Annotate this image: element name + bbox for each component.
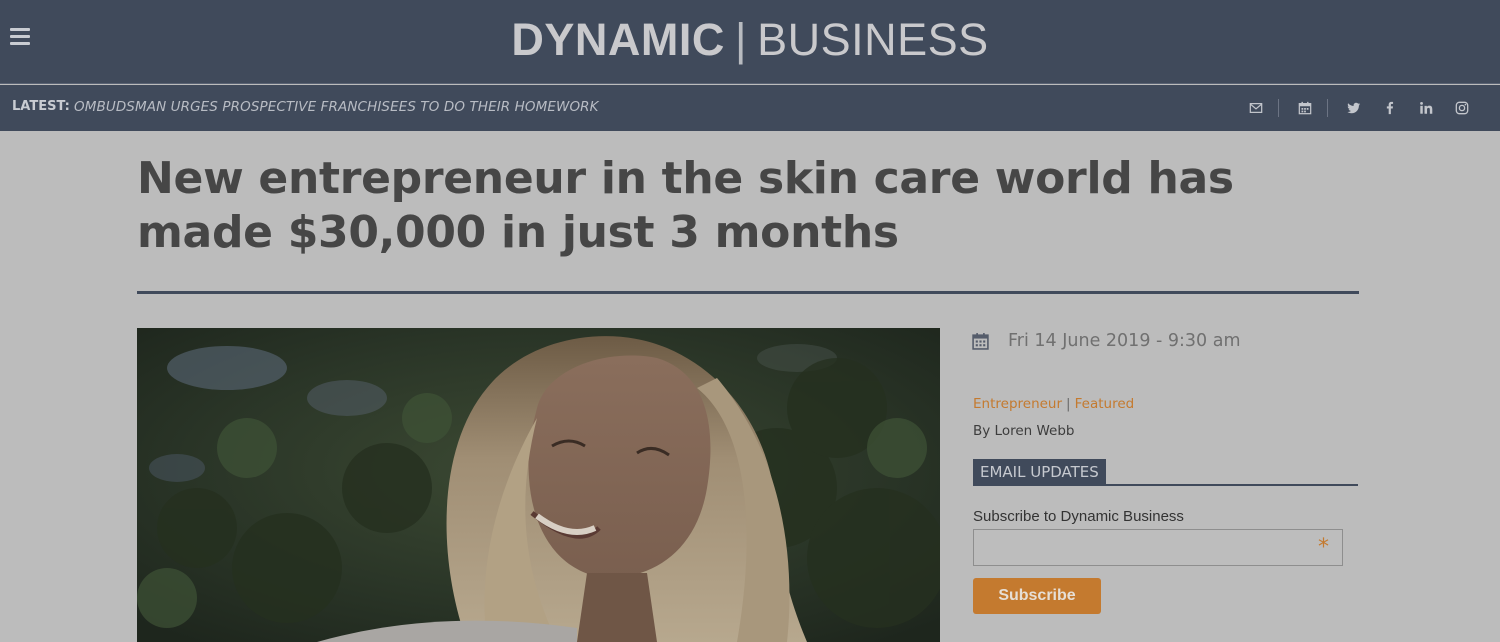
article-hero-photo (137, 328, 940, 642)
logo-secondary: BUSINESS (757, 14, 989, 65)
category-separator: | (1066, 396, 1071, 412)
latest-label: LATEST: (12, 99, 70, 114)
instagram-icon[interactable] (1452, 98, 1472, 118)
required-marker: * (1318, 535, 1329, 560)
icon-divider (1327, 99, 1328, 117)
social-icons (1230, 97, 1472, 119)
author-byline: By Loren Webb (973, 423, 1075, 439)
subscribe-email-input[interactable] (973, 529, 1343, 566)
email-updates-label: EMAIL UPDATES (973, 459, 1106, 484)
subscribe-label: Subscribe to Dynamic Business (973, 508, 1184, 525)
latest-headline-link[interactable]: OMBUDSMAN URGES PROSPECTIVE FRANCHISEES … (74, 99, 599, 115)
latest-news-bar: LATEST: OMBUDSMAN URGES PROSPECTIVE FRAN… (0, 85, 1500, 131)
linkedin-icon[interactable] (1416, 98, 1436, 118)
icon-divider (1278, 99, 1279, 117)
logo-separator: | (734, 14, 748, 65)
category-link-featured[interactable]: Featured (1075, 396, 1135, 412)
subscribe-button[interactable]: Subscribe (973, 578, 1101, 614)
site-logo[interactable]: DYNAMIC | BUSINESS (0, 14, 1500, 66)
facebook-icon[interactable] (1380, 98, 1400, 118)
category-link-entrepreneur[interactable]: Entrepreneur (973, 396, 1062, 412)
publish-date-text: Fri 14 June 2019 - 9:30 am (1008, 331, 1241, 351)
calendar-icon (972, 333, 989, 350)
title-divider (137, 291, 1359, 294)
site-header: DYNAMIC | BUSINESS (0, 0, 1500, 84)
twitter-icon[interactable] (1344, 98, 1364, 118)
logo-primary: DYNAMIC (511, 14, 725, 65)
mail-icon[interactable] (1246, 98, 1266, 118)
category-links: Entrepreneur | Featured (973, 396, 1134, 412)
article-title: New entrepreneur in the skin care world … (137, 153, 1234, 258)
calendar-icon[interactable] (1295, 98, 1315, 118)
publish-date: Fri 14 June 2019 - 9:30 am (972, 331, 1241, 351)
email-updates-heading: EMAIL UPDATES (973, 459, 1358, 486)
